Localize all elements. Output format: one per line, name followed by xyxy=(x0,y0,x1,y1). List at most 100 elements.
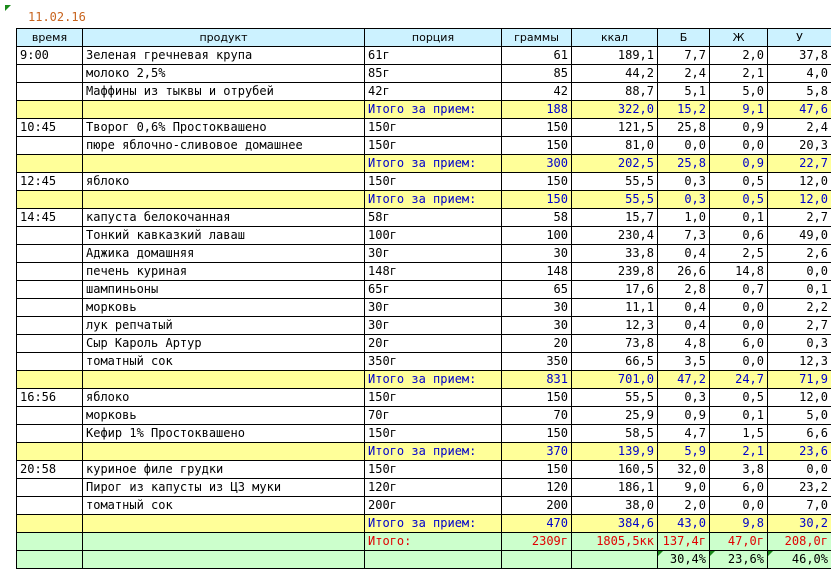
grand-total-label[interactable]: Итого: xyxy=(364,532,502,551)
product-cell[interactable]: Тонкий кавказкий лаваш xyxy=(82,226,365,245)
protein-cell[interactable]: 3,5 xyxy=(657,352,710,371)
time-cell[interactable] xyxy=(16,316,83,335)
time-cell[interactable] xyxy=(16,154,83,173)
portion-cell[interactable]: Итого за прием: xyxy=(364,100,502,119)
fat-percent[interactable]: 23,6% xyxy=(709,550,768,569)
time-cell[interactable] xyxy=(16,82,83,101)
protein-cell[interactable]: 0,0 xyxy=(657,136,710,155)
product-cell[interactable]: яблоко xyxy=(82,172,365,191)
portion-cell[interactable]: 148г xyxy=(364,262,502,281)
grand-total-carbs[interactable]: 208,0г xyxy=(767,532,831,551)
carbs-cell[interactable]: 2,6 xyxy=(767,244,831,263)
header-time[interactable]: время xyxy=(16,28,83,47)
portion-cell[interactable]: 30г xyxy=(364,298,502,317)
fat-cell[interactable]: 0,9 xyxy=(709,154,768,173)
portion-cell[interactable]: 58г xyxy=(364,208,502,227)
kcal-cell[interactable]: 33,8 xyxy=(571,244,658,263)
protein-cell[interactable]: 0,4 xyxy=(657,298,710,317)
carbs-cell[interactable]: 23,2 xyxy=(767,478,831,497)
portion-cell[interactable]: 85г xyxy=(364,64,502,83)
portion-cell[interactable]: 30г xyxy=(364,244,502,263)
time-cell[interactable]: 9:00 xyxy=(16,46,83,65)
kcal-cell[interactable]: 11,1 xyxy=(571,298,658,317)
product-cell[interactable]: томатный сок xyxy=(82,352,365,371)
protein-cell[interactable]: 0,4 xyxy=(657,316,710,335)
kcal-cell[interactable]: 73,8 xyxy=(571,334,658,353)
grand-total-protein[interactable]: 137,4г xyxy=(657,532,710,551)
time-cell[interactable] xyxy=(16,334,83,353)
carbs-cell[interactable]: 12,0 xyxy=(767,190,831,209)
portion-cell[interactable]: 350г xyxy=(364,352,502,371)
fat-cell[interactable]: 6,0 xyxy=(709,334,768,353)
carbs-cell[interactable]: 49,0 xyxy=(767,226,831,245)
kcal-cell[interactable]: 384,6 xyxy=(571,514,658,533)
time-cell[interactable] xyxy=(16,352,83,371)
fat-cell[interactable]: 2,1 xyxy=(709,442,768,461)
carbs-cell[interactable]: 6,6 xyxy=(767,424,831,443)
carbs-cell[interactable]: 12,3 xyxy=(767,352,831,371)
kcal-cell[interactable]: 12,3 xyxy=(571,316,658,335)
product-cell[interactable]: шампиньоны xyxy=(82,280,365,299)
fat-cell[interactable]: 6,0 xyxy=(709,478,768,497)
carbs-cell[interactable]: 2,7 xyxy=(767,316,831,335)
grams-cell[interactable]: 150 xyxy=(501,424,572,443)
kcal-cell[interactable]: 17,6 xyxy=(571,280,658,299)
product-cell[interactable]: Зеленая гречневая крупа xyxy=(82,46,365,65)
portion-cell[interactable]: 150г xyxy=(364,172,502,191)
time-cell[interactable] xyxy=(16,442,83,461)
portion-cell[interactable]: Итого за прием: xyxy=(364,190,502,209)
protein-cell[interactable]: 0,3 xyxy=(657,388,710,407)
grams-cell[interactable]: 30 xyxy=(501,298,572,317)
portion-cell[interactable]: 20г xyxy=(364,334,502,353)
carbs-cell[interactable]: 0,3 xyxy=(767,334,831,353)
carbs-cell[interactable]: 71,9 xyxy=(767,370,831,389)
product-cell[interactable] xyxy=(82,100,365,119)
carbs-cell[interactable]: 47,6 xyxy=(767,100,831,119)
kcal-cell[interactable]: 202,5 xyxy=(571,154,658,173)
kcal-cell[interactable]: 322,0 xyxy=(571,100,658,119)
header-product[interactable]: продукт xyxy=(82,28,365,47)
product-cell[interactable] xyxy=(82,370,365,389)
protein-cell[interactable]: 15,2 xyxy=(657,100,710,119)
time-cell[interactable] xyxy=(16,496,83,515)
time-cell[interactable] xyxy=(16,478,83,497)
time-cell[interactable]: 16:56 xyxy=(16,388,83,407)
product-cell[interactable] xyxy=(82,190,365,209)
empty-cell[interactable] xyxy=(82,550,365,569)
protein-cell[interactable]: 0,3 xyxy=(657,190,710,209)
fat-cell[interactable]: 1,5 xyxy=(709,424,768,443)
fat-cell[interactable]: 0,7 xyxy=(709,280,768,299)
time-cell[interactable] xyxy=(16,226,83,245)
grams-cell[interactable]: 150 xyxy=(501,136,572,155)
fat-cell[interactable]: 0,1 xyxy=(709,406,768,425)
fat-cell[interactable]: 0,1 xyxy=(709,208,768,227)
fat-cell[interactable]: 0,5 xyxy=(709,172,768,191)
carbs-cell[interactable]: 0,0 xyxy=(767,262,831,281)
product-cell[interactable] xyxy=(82,442,365,461)
fat-cell[interactable]: 3,8 xyxy=(709,460,768,479)
grams-cell[interactable]: 350 xyxy=(501,352,572,371)
date-label[interactable]: 11.02.16 xyxy=(28,10,86,24)
grams-cell[interactable]: 370 xyxy=(501,442,572,461)
kcal-cell[interactable]: 139,9 xyxy=(571,442,658,461)
fat-cell[interactable]: 5,0 xyxy=(709,82,768,101)
carbs-cell[interactable]: 2,4 xyxy=(767,118,831,137)
header-fat[interactable]: Ж xyxy=(709,28,768,47)
empty-cell[interactable] xyxy=(501,550,572,569)
time-cell[interactable] xyxy=(16,136,83,155)
portion-cell[interactable]: 65г xyxy=(364,280,502,299)
fat-cell[interactable]: 0,0 xyxy=(709,316,768,335)
empty-cell[interactable] xyxy=(82,532,365,551)
grams-cell[interactable]: 65 xyxy=(501,280,572,299)
product-cell[interactable]: печень куриная xyxy=(82,262,365,281)
grams-cell[interactable]: 150 xyxy=(501,460,572,479)
kcal-cell[interactable]: 160,5 xyxy=(571,460,658,479)
carbs-cell[interactable]: 12,0 xyxy=(767,388,831,407)
carbs-cell[interactable]: 30,2 xyxy=(767,514,831,533)
kcal-cell[interactable]: 88,7 xyxy=(571,82,658,101)
protein-cell[interactable]: 32,0 xyxy=(657,460,710,479)
carbs-percent[interactable]: 46,0% xyxy=(767,550,831,569)
grams-cell[interactable]: 188 xyxy=(501,100,572,119)
carbs-cell[interactable]: 12,0 xyxy=(767,172,831,191)
fat-cell[interactable]: 24,7 xyxy=(709,370,768,389)
